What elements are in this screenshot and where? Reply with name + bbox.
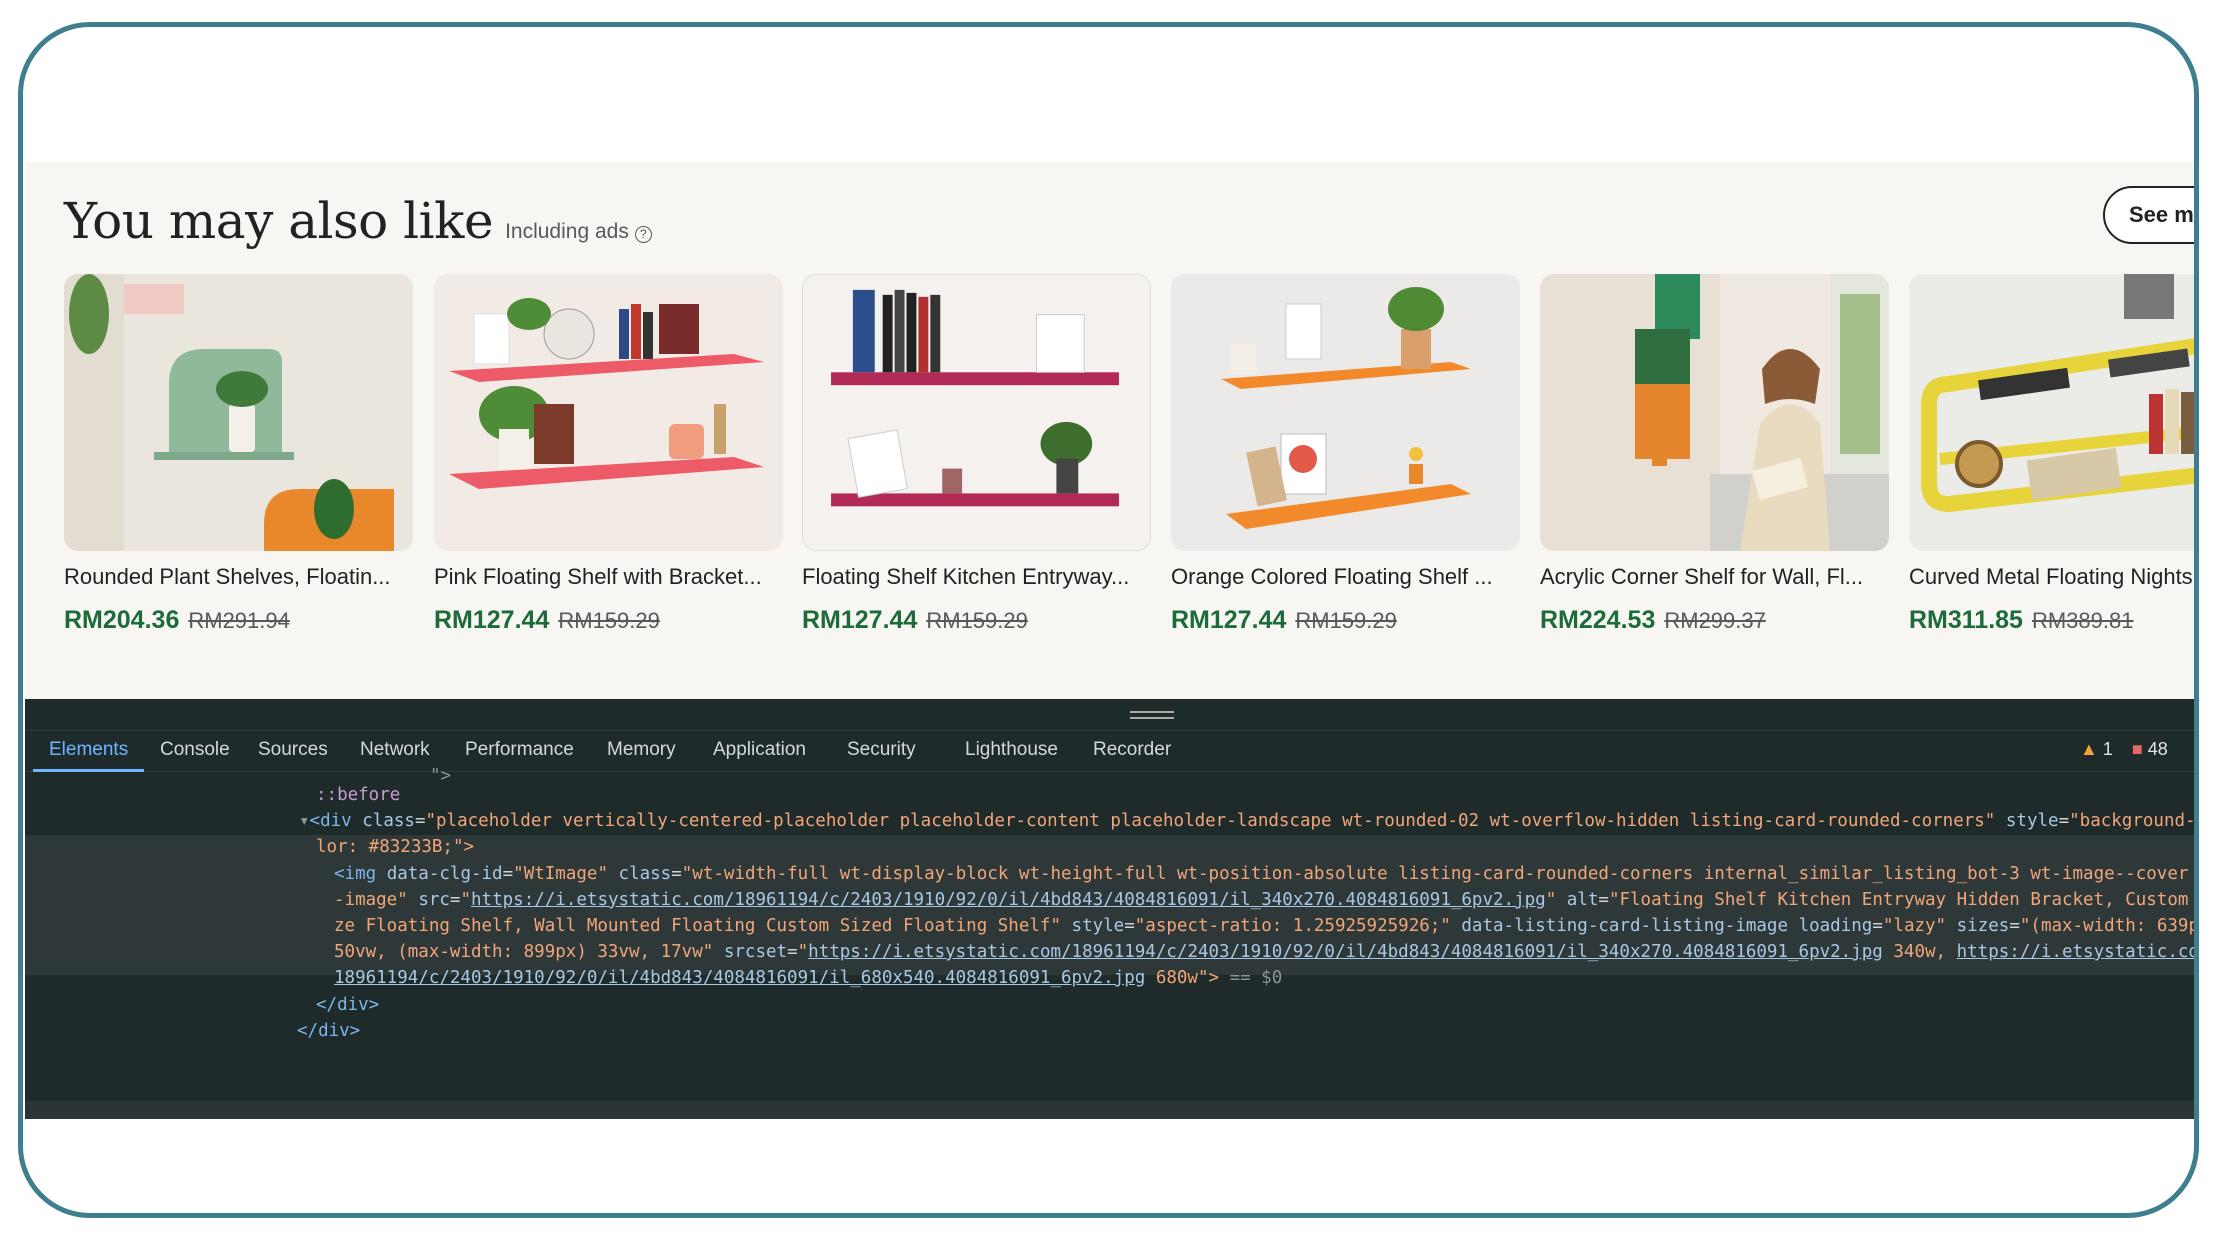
dom-node-div[interactable]: ▾<div class="placeholder vertically-cent…	[299, 808, 2194, 835]
sale-price: RM127.44	[802, 606, 918, 634]
sale-price: RM311.85	[1909, 606, 2023, 634]
code-line: ze Floating Shelf, Wall Mounted Floating…	[334, 916, 2199, 936]
srcset-link-2[interactable]: https://i.etsystatic.com/	[1957, 942, 2194, 962]
listing-image[interactable]	[434, 274, 783, 551]
listing-image[interactable]	[64, 274, 413, 551]
listing-image[interactable]	[1909, 274, 2194, 551]
listing-card[interactable]: Pink Floating Shelf with Bracket... RM12…	[434, 274, 783, 635]
listing-title[interactable]: Orange Colored Floating Shelf ...	[1171, 564, 1520, 590]
devtools-tabbar: Elements Console Sources Network Perform…	[25, 730, 2194, 772]
listing-title[interactable]: Acrylic Corner Shelf for Wall, Fl...	[1540, 564, 1889, 590]
recommendations-section: You may also like Including ads ? See mo	[25, 162, 2194, 702]
code-line: -image" src="https://i.etsystatic.com/18…	[334, 890, 2199, 910]
tab-performance[interactable]: Performance	[465, 731, 574, 769]
tab-memory[interactable]: Memory	[607, 731, 676, 769]
listing-prices: RM204.36 RM291.94	[64, 606, 413, 635]
tab-security[interactable]: Security	[847, 731, 916, 769]
listing-image[interactable]	[1171, 274, 1520, 551]
sale-price: RM224.53	[1540, 606, 1656, 634]
original-price: RM389.81	[2031, 608, 2134, 633]
src-link[interactable]: https://i.etsystatic.com/18961194/c/2403…	[471, 890, 1546, 910]
issues-count: 48	[2147, 739, 2168, 759]
tab-lighthouse[interactable]: Lighthouse	[965, 731, 1058, 769]
issues-icon: ■	[2131, 739, 2143, 759]
ads-label: Including ads	[505, 220, 629, 243]
original-price: RM291.94	[188, 608, 290, 633]
listing-card[interactable]: Curved Metal Floating Nights RM311.85 RM3…	[1909, 274, 2194, 635]
listing-prices: RM127.44 RM159.29	[434, 606, 783, 635]
listing-prices: RM311.85 RM389.81	[1909, 606, 2194, 635]
warning-count: 1	[2102, 739, 2113, 759]
expand-triangle-icon[interactable]: ▾	[299, 811, 310, 831]
sale-price: RM127.44	[434, 606, 550, 634]
tab-application[interactable]: Application	[713, 731, 806, 769]
warning-icon: ▲	[2080, 739, 2098, 759]
code-line: ">	[430, 766, 452, 786]
srcset-link-2-cont[interactable]: 18961194/c/2403/1910/92/0/il/4bd843/4084…	[334, 968, 1145, 988]
srcset-link[interactable]: https://i.etsystatic.com/18961194/c/2403…	[808, 942, 1883, 962]
original-price: RM159.29	[1295, 608, 1397, 633]
listing-card[interactable]: Rounded Plant Shelves, Floatin... RM204.…	[64, 274, 413, 635]
panel-resize-handle[interactable]	[1130, 711, 1174, 719]
original-price: RM159.29	[558, 608, 660, 633]
tab-network[interactable]: Network	[360, 731, 430, 769]
sale-price: RM127.44	[1171, 606, 1287, 634]
section-title: You may also like	[64, 192, 494, 250]
listing-prices: RM127.44 RM159.29	[802, 606, 1151, 635]
sale-price: RM204.36	[64, 606, 180, 634]
code-line: 18961194/c/2403/1910/92/0/il/4bd843/4084…	[334, 968, 1283, 988]
tab-console[interactable]: Console	[160, 731, 230, 769]
closing-tag[interactable]: </div>	[297, 1018, 360, 1045]
listing-title[interactable]: Rounded Plant Shelves, Floatin...	[64, 564, 413, 590]
listing-image[interactable]	[1540, 274, 1889, 551]
original-price: RM299.37	[1664, 608, 1766, 633]
listing-card[interactable]: Floating Shelf Kitchen Entryway... RM127…	[802, 274, 1151, 635]
listing-title[interactable]: Floating Shelf Kitchen Entryway...	[802, 564, 1151, 590]
code-line: lor: #83233B;">	[316, 837, 475, 857]
dom-node-img[interactable]: <img data-clg-id="WtImage" class="wt-wid…	[334, 861, 2194, 888]
listing-card[interactable]: Orange Colored Floating Shelf ... RM127.…	[1171, 274, 1520, 635]
listing-title[interactable]: Pink Floating Shelf with Bracket...	[434, 564, 783, 590]
listing-image[interactable]	[802, 274, 1151, 551]
closing-tag[interactable]: </div>	[316, 992, 379, 1019]
issues-counter[interactable]: ▲ 1 ■ 48	[2080, 739, 2168, 760]
original-price: RM159.29	[926, 608, 1028, 633]
listing-card[interactable]: Acrylic Corner Shelf for Wall, Fl... RM2…	[1540, 274, 1889, 635]
see-more-button[interactable]: See mo	[2103, 186, 2194, 244]
pseudo-element[interactable]: ::before	[316, 782, 400, 809]
tab-elements[interactable]: Elements	[33, 731, 145, 772]
devtools-scrollbar[interactable]	[25, 1101, 2194, 1119]
screenshot-frame: You may also like Including ads ? See mo	[18, 22, 2199, 1218]
tab-recorder[interactable]: Recorder	[1093, 731, 1171, 769]
section-heading: You may also like Including ads ?	[64, 192, 652, 250]
tab-sources[interactable]: Sources	[258, 731, 328, 769]
code-line: 50vw, (max-width: 899px) 33vw, 17vw" src…	[334, 939, 2194, 966]
devtools-panel: Elements Console Sources Network Perform…	[25, 699, 2199, 1119]
listing-prices: RM127.44 RM159.29	[1171, 606, 1520, 635]
listing-prices: RM224.53 RM299.37	[1540, 606, 1889, 635]
help-icon[interactable]: ?	[634, 226, 652, 243]
selected-node-marker: == $0	[1229, 968, 1283, 988]
listing-title[interactable]: Curved Metal Floating Nights	[1909, 564, 2194, 590]
